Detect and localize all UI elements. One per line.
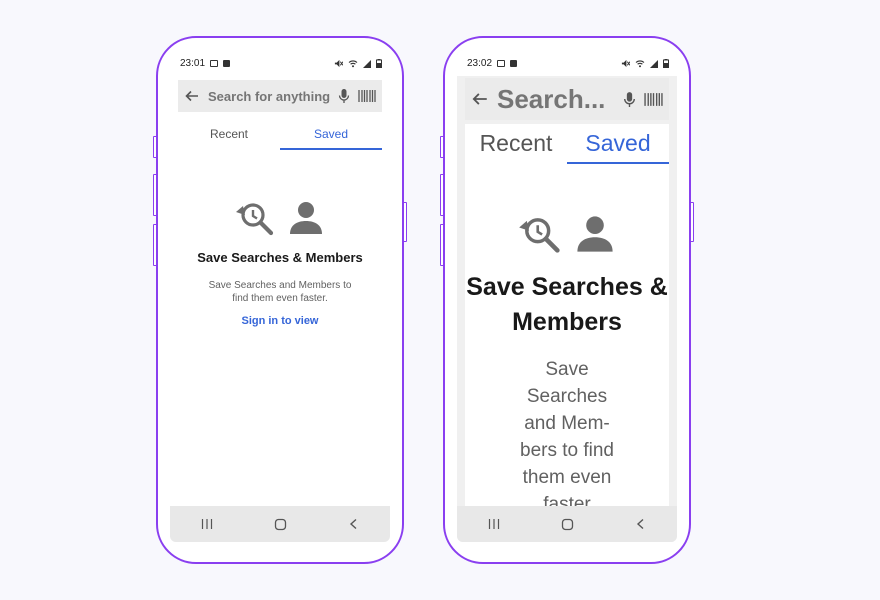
phone-button-right (403, 202, 407, 242)
system-nav-bar (170, 506, 390, 542)
gallery-notification-icon (210, 59, 219, 67)
phone-button-left-3 (440, 224, 444, 266)
search-input[interactable]: Search... (497, 84, 615, 115)
wifi-icon (348, 59, 358, 67)
empty-state-title: Save Searches & Members (197, 250, 363, 265)
phone-button-left-2 (153, 174, 157, 216)
phone-button-left-3 (153, 224, 157, 266)
phone-button-left-1 (440, 136, 444, 158)
microphone-icon[interactable] (623, 91, 636, 108)
status-time: 23:01 (180, 57, 206, 69)
barcode-icon[interactable] (358, 89, 376, 103)
phone-button-left-1 (153, 136, 157, 158)
search-bar[interactable]: Search... (465, 78, 669, 120)
battery-icon (663, 58, 669, 68)
person-icon (577, 216, 613, 252)
recent-apps-icon[interactable] (487, 518, 501, 530)
tab-recent[interactable]: Recent (465, 124, 567, 164)
phone-button-right (690, 202, 694, 242)
empty-state-illustration (465, 212, 669, 256)
phone-frame-2: 23:02 Search... Recent Saved Save Search… (440, 36, 694, 564)
empty-state-illustration (170, 198, 390, 238)
search-input[interactable]: Search for anything (208, 89, 330, 104)
empty-state-title: Save Searches & Members (466, 273, 668, 336)
phone-screen: 23:02 Search... Recent Saved Save Search… (457, 50, 677, 542)
back-icon[interactable] (348, 518, 360, 530)
mute-icon (621, 59, 630, 67)
person-icon (290, 202, 322, 234)
home-icon[interactable] (561, 518, 574, 531)
search-bar[interactable]: Search for anything (178, 80, 382, 112)
mute-icon (334, 59, 343, 67)
back-icon[interactable] (635, 518, 647, 530)
status-bar: 23:02 (457, 50, 677, 76)
app-notification-icon (223, 59, 231, 67)
phone-button-left-2 (440, 174, 444, 216)
system-nav-bar (457, 506, 677, 542)
tab-bar: Recent Saved (465, 124, 669, 164)
app-notification-icon (510, 59, 518, 67)
search-history-icon (519, 218, 560, 253)
status-bar: 23:01 (170, 50, 390, 76)
empty-state-description: Save Searches and Mem- bers to find them… (520, 359, 614, 515)
status-time: 23:02 (467, 57, 493, 69)
arrow-left-icon[interactable] (471, 90, 489, 108)
phone-frame-1: 23:01 Search for anything Recent Saved S… (153, 36, 407, 564)
signal-icon (363, 59, 371, 68)
arrow-left-icon[interactable] (184, 88, 200, 104)
tab-saved[interactable]: Saved (567, 124, 669, 164)
home-icon[interactable] (274, 518, 287, 531)
tab-saved[interactable]: Saved (280, 118, 382, 150)
tab-bar: Recent Saved (178, 118, 382, 150)
phone-screen: 23:01 Search for anything Recent Saved S… (170, 50, 390, 542)
wifi-icon (635, 59, 645, 67)
microphone-icon[interactable] (338, 88, 350, 104)
empty-state: Save Searches & Members Save Searches an… (465, 164, 669, 542)
tab-recent[interactable]: Recent (178, 118, 280, 150)
barcode-icon[interactable] (644, 92, 663, 107)
recent-apps-icon[interactable] (200, 518, 214, 530)
empty-state-description: Save Searches and Members to find them e… (208, 280, 352, 304)
gallery-notification-icon (497, 59, 506, 67)
sign-in-link[interactable]: Sign in to view (170, 315, 390, 327)
search-history-icon (236, 203, 274, 236)
empty-state: Save Searches & Members Save Searches an… (170, 150, 390, 327)
battery-icon (376, 58, 382, 68)
signal-icon (650, 59, 658, 68)
